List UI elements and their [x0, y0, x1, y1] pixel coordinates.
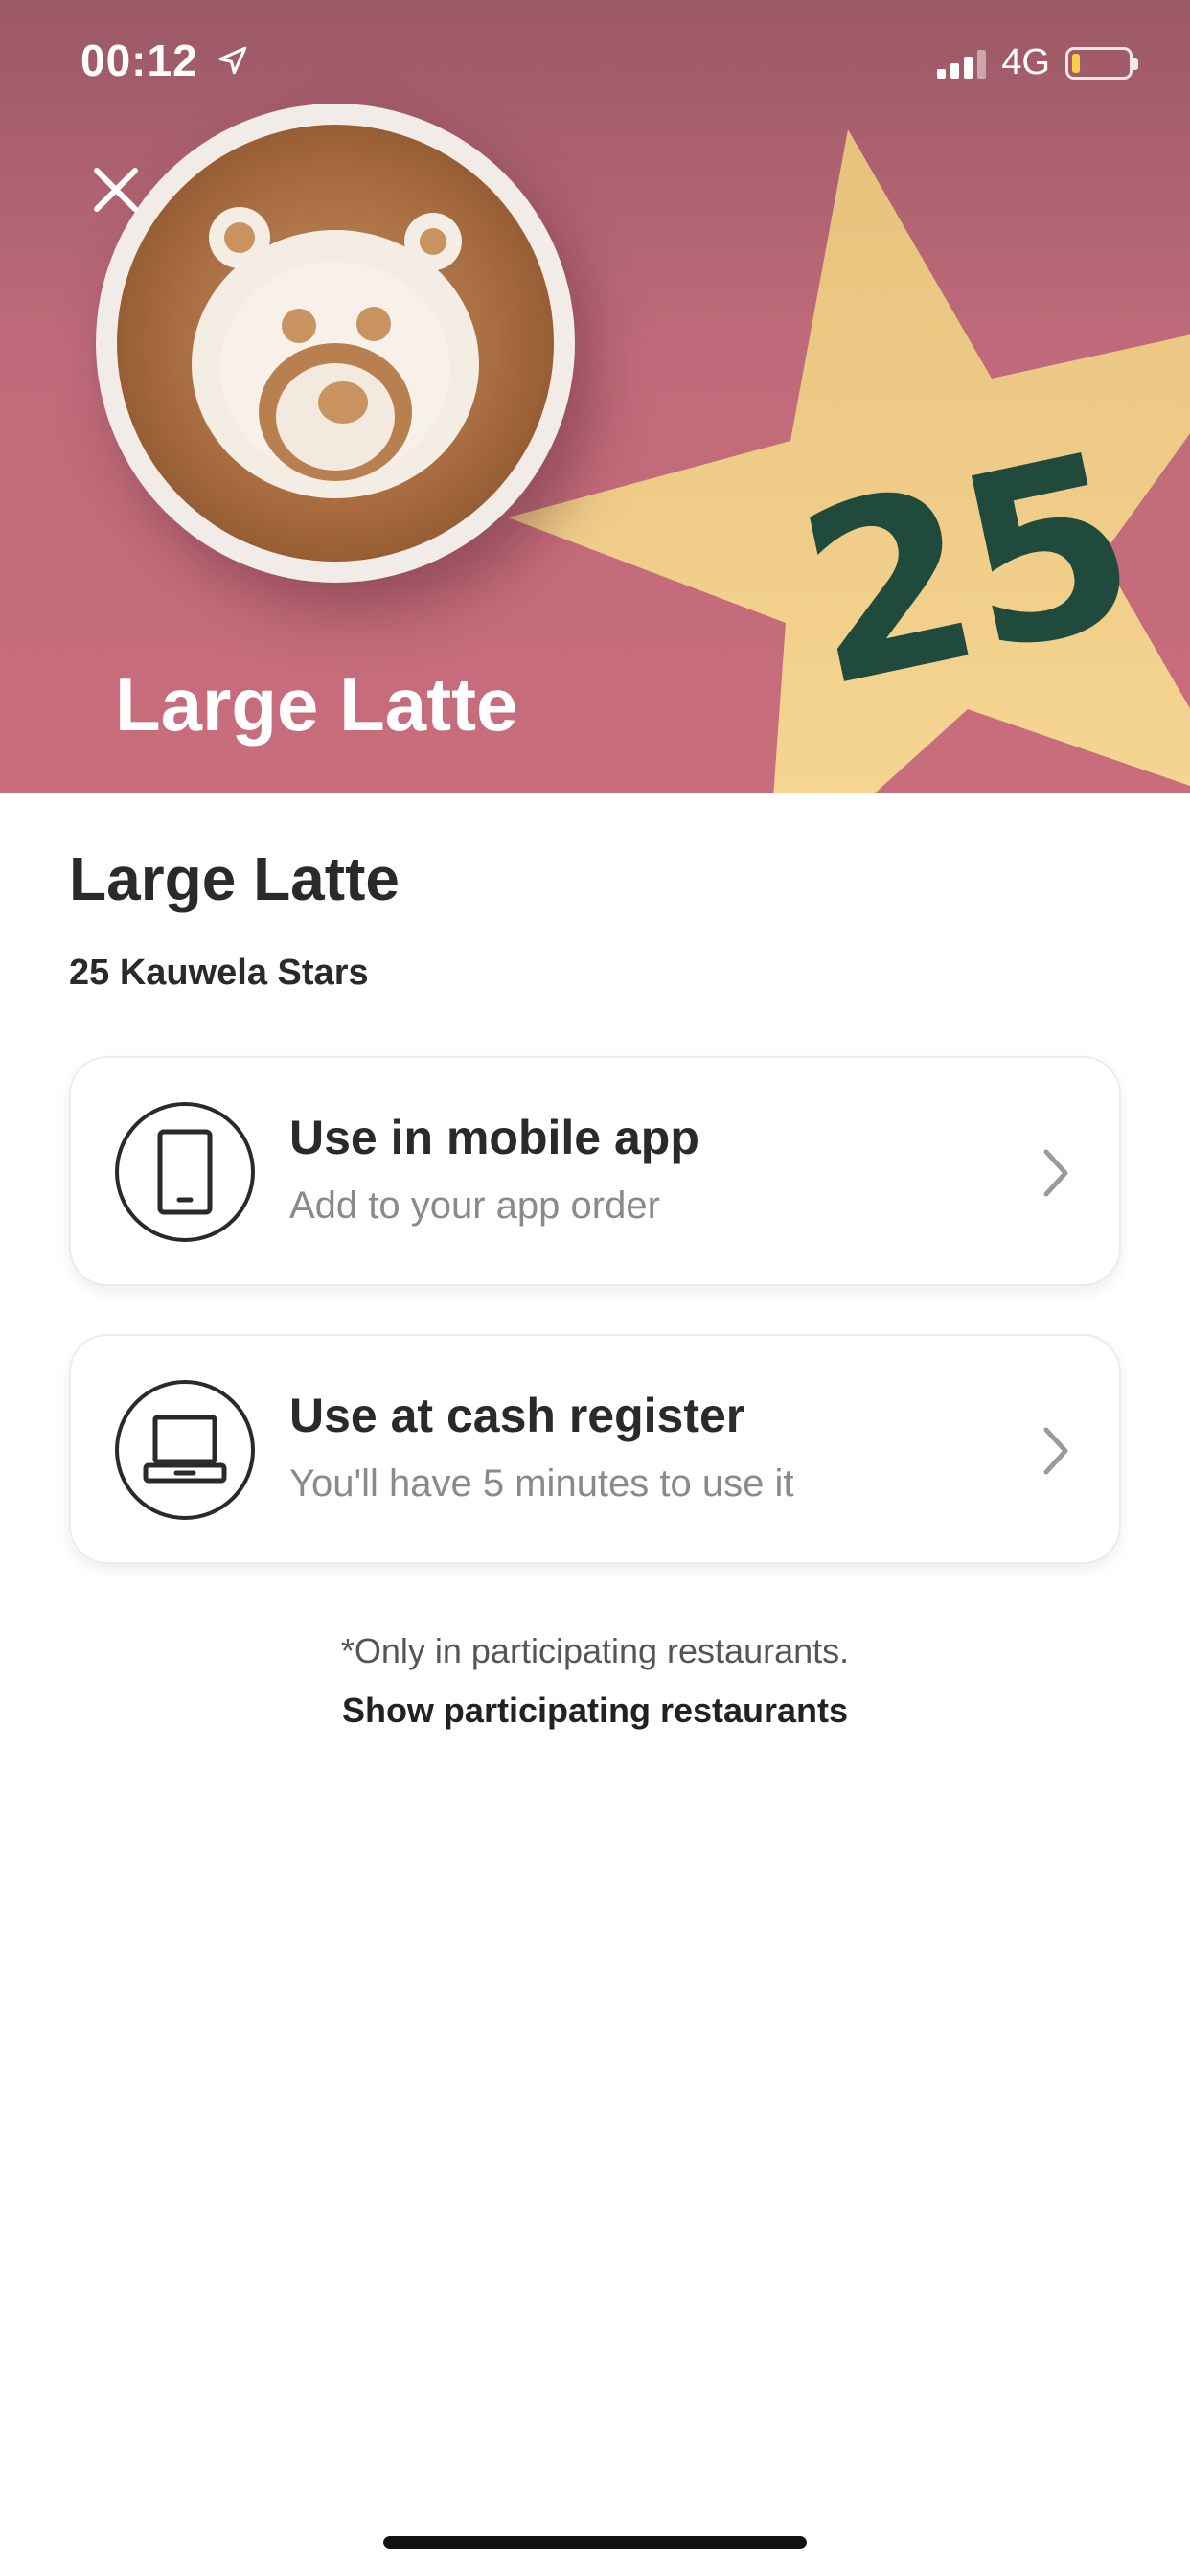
hero-banner: 00:12 4G 25 Large Latte — [0, 0, 1190, 794]
reward-stars-cost: 25 Kauwela Stars — [69, 953, 369, 993]
laptop-icon — [115, 1380, 255, 1520]
use-at-cash-register-button[interactable]: Use at cash register You'll have 5 minut… — [69, 1334, 1121, 1564]
option-subtitle: You'll have 5 minutes to use it — [289, 1462, 794, 1505]
option-subtitle: Add to your app order — [289, 1184, 660, 1227]
hero-title: Large Latte — [115, 662, 518, 747]
mobile-phone-icon — [115, 1102, 255, 1242]
chevron-right-icon — [1043, 1149, 1068, 1197]
latte-cup-image — [96, 104, 575, 583]
participation-note: *Only in participating restaurants. — [340, 1631, 850, 1670]
close-icon — [94, 168, 138, 212]
option-title: Use at cash register — [289, 1389, 745, 1442]
status-time: 00:12 — [80, 35, 198, 85]
network-type-label: 4G — [1001, 42, 1050, 82]
use-in-mobile-app-button[interactable]: Use in mobile app Add to your app order — [69, 1056, 1121, 1286]
close-button[interactable] — [84, 158, 148, 221]
chevron-right-icon — [1043, 1427, 1068, 1475]
reward-detail-screen: 00:12 4G 25 Large Latte Large Latte 25 K… — [0, 0, 1190, 2576]
option-title: Use in mobile app — [289, 1111, 699, 1164]
battery-icon — [1065, 46, 1138, 80]
show-participating-restaurants-link[interactable]: Show participating restaurants — [0, 1690, 1190, 1731]
home-indicator[interactable] — [383, 2536, 807, 2549]
signal-strength-icon — [937, 48, 987, 79]
location-arrow-icon — [218, 46, 247, 75]
reward-title: Large Latte — [69, 844, 400, 913]
status-indicators: 4G — [937, 42, 1138, 83]
